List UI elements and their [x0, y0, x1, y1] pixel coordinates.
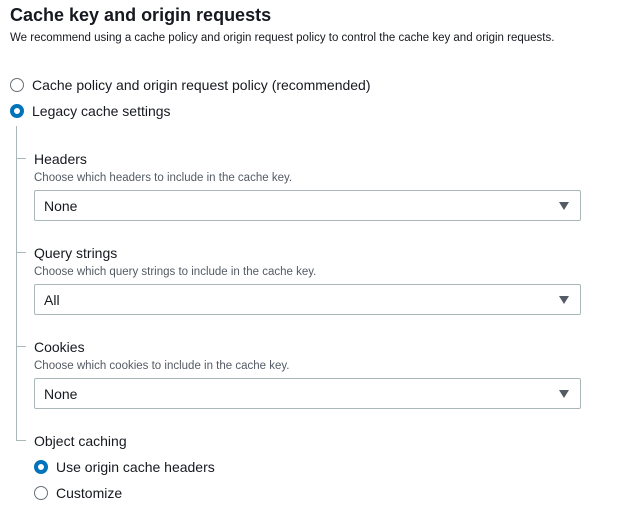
headers-select[interactable]: None [34, 190, 581, 221]
radio-use-origin-cache-headers-indicator[interactable] [34, 460, 48, 474]
cookies-select[interactable]: None [34, 378, 581, 409]
query-strings-select[interactable]: All [34, 284, 581, 315]
tree-tick-query-strings [16, 252, 26, 253]
radio-legacy-cache-settings[interactable]: Legacy cache settings [10, 103, 171, 119]
headers-description: Choose which headers to include in the c… [34, 172, 293, 184]
tree-tick-object-caching [16, 440, 26, 441]
radio-legacy-cache-settings-indicator[interactable] [10, 104, 24, 118]
radio-customize[interactable]: Customize [34, 485, 122, 501]
radio-cache-policy-indicator[interactable] [10, 78, 24, 92]
section-description: We recommend using a cache policy and or… [10, 32, 555, 44]
radio-customize-label: Customize [56, 485, 123, 501]
query-strings-label: Query strings [34, 245, 118, 261]
cookies-select-value: None [44, 386, 78, 402]
tree-connector-line [16, 126, 17, 440]
tree-tick-cookies [16, 346, 26, 347]
caret-down-icon [559, 202, 569, 210]
cache-settings-panel: Cache key and origin requests We recomme… [0, 0, 626, 526]
radio-use-origin-cache-headers[interactable]: Use origin cache headers [34, 459, 215, 475]
radio-customize-indicator[interactable] [34, 486, 48, 500]
object-caching-label: Object caching [34, 433, 127, 449]
cookies-description: Choose which cookies to include in the c… [34, 360, 290, 372]
tree-tick-headers [16, 158, 26, 159]
radio-cache-policy[interactable]: Cache policy and origin request policy (… [10, 77, 371, 93]
section-title: Cache key and origin requests [10, 5, 272, 25]
query-strings-description: Choose which query strings to include in… [34, 266, 317, 278]
caret-down-icon [559, 296, 569, 304]
radio-cache-policy-label: Cache policy and origin request policy (… [32, 77, 371, 93]
caret-down-icon [559, 390, 569, 398]
radio-use-origin-cache-headers-label: Use origin cache headers [56, 459, 215, 475]
query-strings-select-value: All [44, 292, 60, 308]
cookies-label: Cookies [34, 339, 85, 355]
headers-select-value: None [44, 198, 78, 214]
radio-legacy-cache-settings-label: Legacy cache settings [32, 103, 171, 119]
headers-label: Headers [34, 151, 87, 167]
